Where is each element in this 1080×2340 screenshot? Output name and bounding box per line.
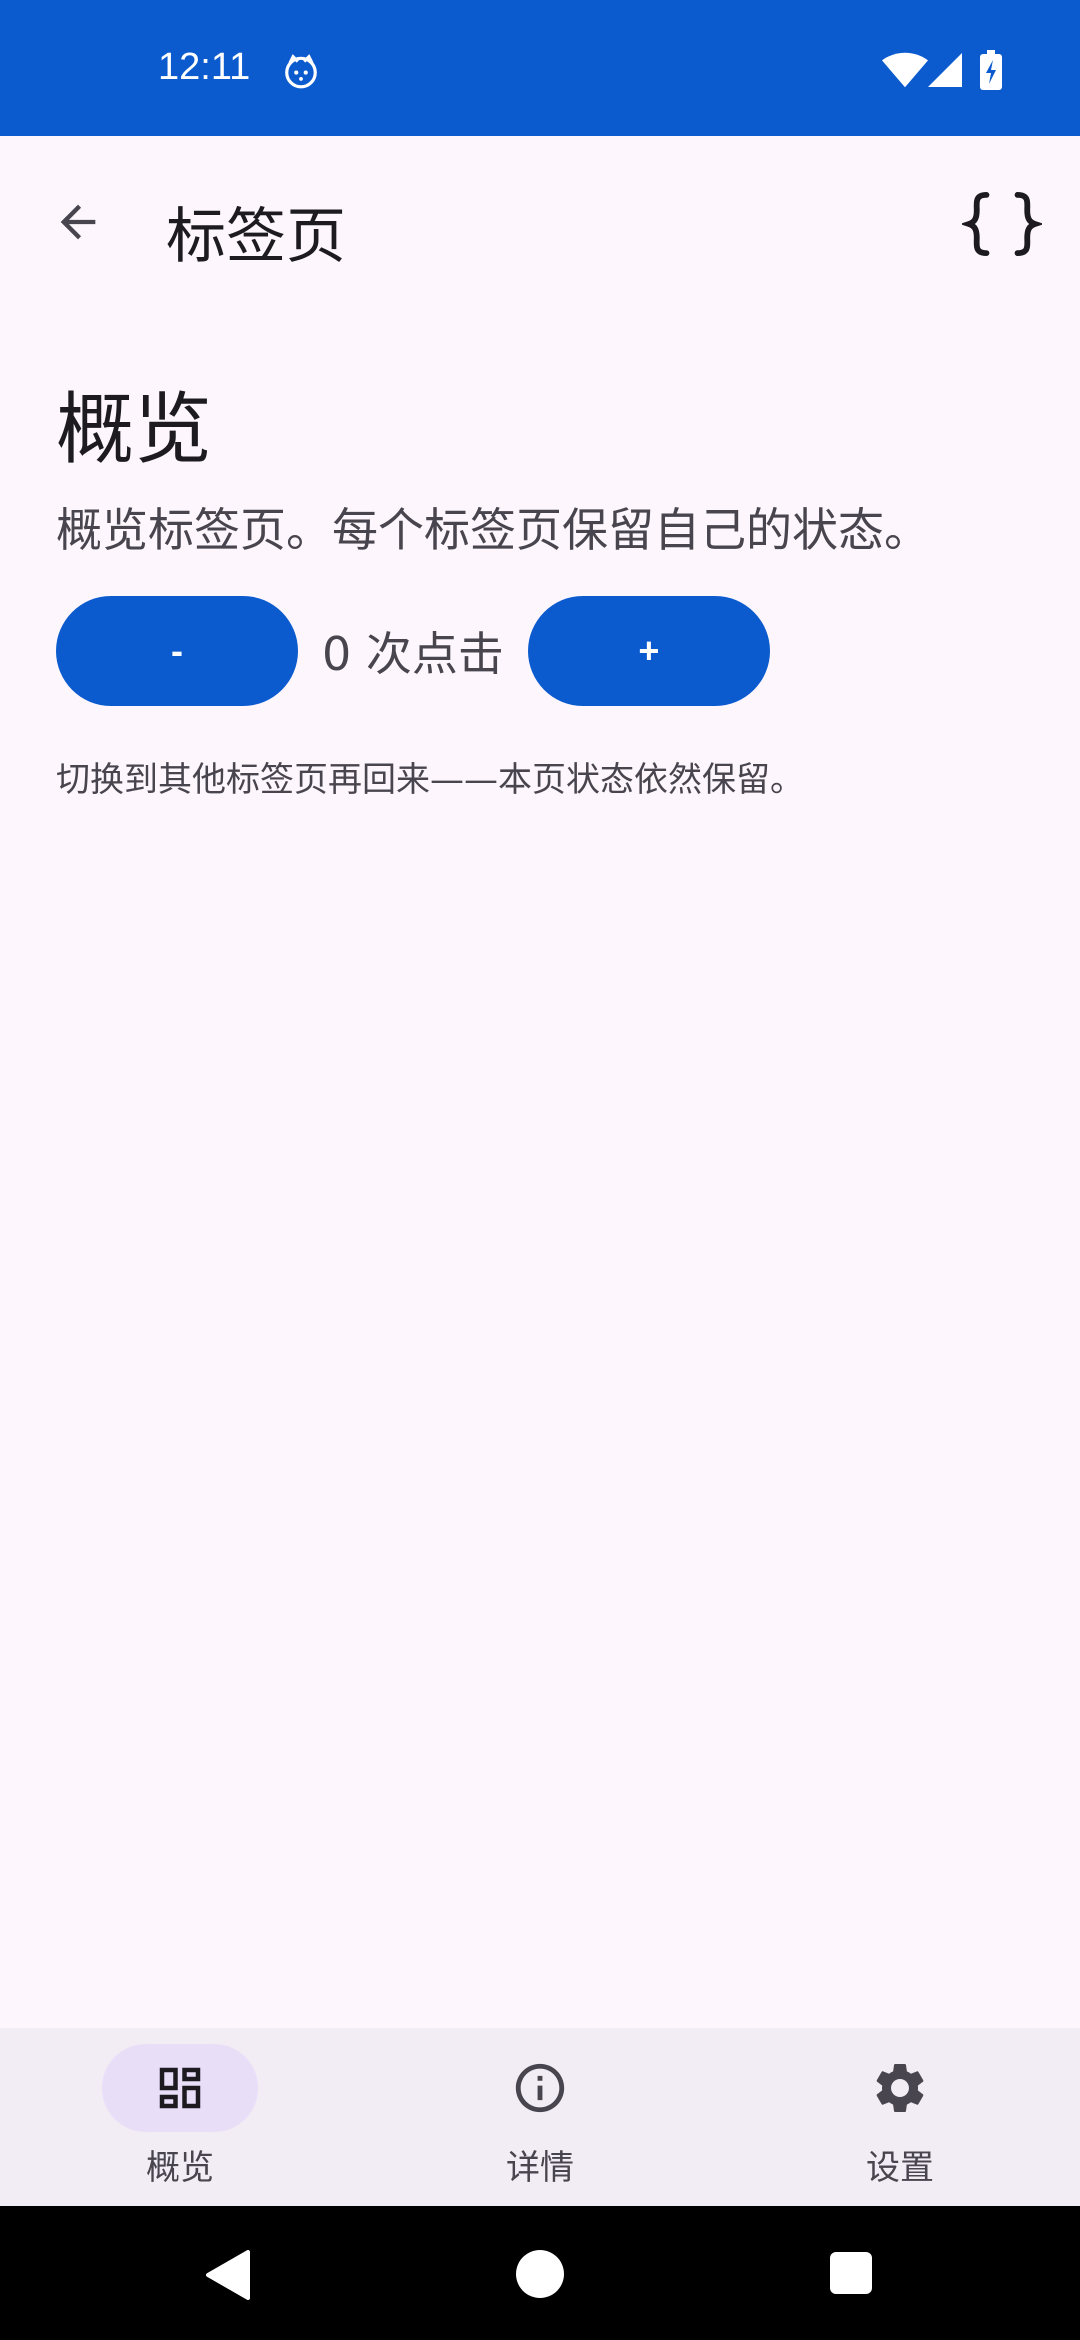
- section-heading: 概览: [56, 385, 213, 475]
- dashboard-icon: [159, 2067, 201, 2109]
- nav-label: 详情: [506, 2148, 574, 2188]
- settings-gear-icon: [876, 2064, 924, 2112]
- curly-braces-icon: [962, 191, 1042, 257]
- status-bar: 12:11: [0, 0, 1080, 136]
- wifi-icon: [882, 52, 928, 88]
- decrement-button[interactable]: -: [56, 596, 298, 706]
- nav-item-overview[interactable]: 概览: [0, 2028, 360, 2206]
- tab-content: 概览 概览标签页。每个标签页保留自己的状态。 - 0 次点击 + 切换到其他标签…: [56, 380, 1036, 804]
- hint-text: 切换到其他标签页再回来——本页状态依然保留。: [56, 760, 804, 800]
- system-navigation-bar: [0, 2206, 1080, 2340]
- system-back-icon[interactable]: [204, 2250, 252, 2300]
- battery-charging-icon: [980, 50, 1002, 90]
- code-view-button[interactable]: [962, 186, 1042, 262]
- signal-icon: [928, 53, 962, 87]
- bottom-navigation: 概览 详情 设置: [0, 2028, 1080, 2206]
- arrow-back-icon: [60, 204, 96, 240]
- system-recents-icon[interactable]: [830, 2252, 872, 2294]
- nav-label: 概览: [146, 2148, 214, 2188]
- system-home-icon[interactable]: [516, 2250, 564, 2298]
- click-counter: 0 次点击: [322, 627, 504, 681]
- nav-item-settings[interactable]: 设置: [720, 2028, 1080, 2206]
- nav-item-details[interactable]: 详情: [360, 2028, 720, 2206]
- page-title: 标签页: [166, 202, 346, 272]
- top-app-bar: 标签页: [0, 136, 1080, 312]
- cat-notification-icon: [285, 54, 317, 89]
- back-button[interactable]: [40, 184, 116, 260]
- counter-row: - 0 次点击 +: [56, 596, 1036, 706]
- active-indicator: [102, 2044, 258, 2132]
- info-icon: [515, 2063, 565, 2113]
- nav-label: 设置: [866, 2148, 934, 2188]
- status-time: 12:11: [158, 46, 251, 88]
- increment-button[interactable]: +: [527, 596, 770, 706]
- section-description: 概览标签页。每个标签页保留自己的状态。: [56, 503, 930, 557]
